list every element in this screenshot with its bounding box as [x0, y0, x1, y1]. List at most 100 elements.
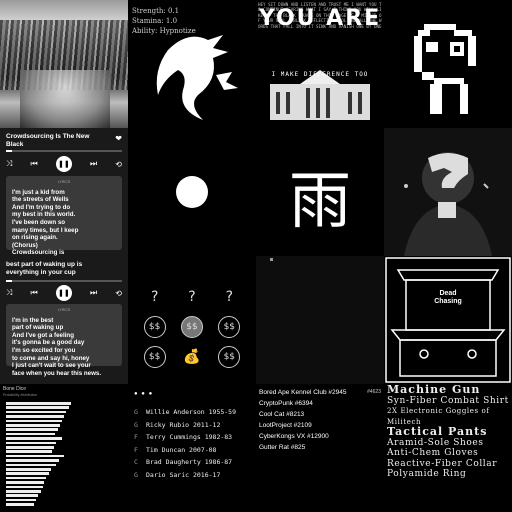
pixel-face-tile[interactable] [384, 0, 512, 128]
list-item[interactable]: LootProject #2109 [259, 420, 381, 431]
list-item[interactable]: CyberKongs VX #12900 [259, 431, 381, 442]
arcade-cabinet-icon [385, 257, 511, 383]
bar [6, 476, 47, 480]
dollar-coin-icon[interactable]: $$ [218, 316, 241, 338]
gear-item[interactable]: Aramid-Sole Shoes [387, 438, 509, 449]
player-controls: ⤨ ⏮ ❚❚ ⏭ ⟲ [6, 156, 122, 172]
lyric-line: And I'm trying to do [12, 203, 71, 211]
bar-chart-tile[interactable]: Bone Dice Probability distribution [0, 384, 128, 512]
pagination-dots[interactable]: ● ● ● [134, 391, 153, 397]
progress-bar[interactable] [6, 150, 122, 152]
bar [6, 498, 37, 502]
bar [6, 472, 49, 475]
dollar-coin-icon[interactable]: $$ [180, 316, 203, 338]
icon-grid-tile[interactable]: ? ? ? $$ $$ $$ $$ 💰 $$ [128, 256, 256, 384]
lyric-line: the streets of Wells [12, 196, 69, 204]
chinese-character-tile[interactable]: 雨 [256, 128, 384, 256]
bar [6, 406, 69, 409]
creature-card[interactable]: Strength: 0.1 Stamina: 1.0 Ability: Hypn… [128, 0, 256, 128]
lyric-line: I've been down so [12, 218, 66, 226]
previous-icon[interactable]: ⏮ [31, 159, 38, 169]
money-bag-icon[interactable]: 💰 [181, 346, 203, 368]
lyric-line: face when you hear this news. [12, 369, 102, 377]
dollar-coin-icon[interactable]: $$ [218, 346, 241, 368]
gear-item[interactable]: Anti-Chem Gloves [387, 448, 509, 459]
song-title: best part of waking up is everything in … [6, 261, 83, 276]
game-title-line-2: Chasing [434, 298, 462, 305]
loot-gear-tile[interactable]: Machine Gun Syn-Fiber Combat Shirt 2X Elec… [384, 384, 512, 512]
players-list-tile[interactable]: ● ● ● G Willie Anderson 1955-59 G Ricky Rub… [128, 384, 256, 512]
bar [6, 485, 43, 489]
player-name: Tim Duncan 2007-08 [146, 445, 217, 454]
dollar-coin-icon[interactable]: $$ [143, 346, 166, 368]
bar [6, 450, 52, 453]
previous-icon[interactable]: ⏮ [31, 288, 38, 298]
lyrics-panel: LYRICS I'm just a kid from the streets of… [6, 176, 122, 256]
position-label: F [134, 445, 138, 454]
list-item[interactable]: Bored Ape Kennel Club #2945 [259, 387, 381, 398]
list-item[interactable]: Gutter Rat #825 [259, 442, 381, 453]
bar [6, 454, 65, 458]
question-mark-icon[interactable]: ? [144, 286, 166, 308]
lyric-line: I'm in the best [12, 316, 54, 324]
question-mark-icon[interactable]: ? [218, 286, 240, 308]
dark-empty-tile[interactable] [256, 256, 384, 384]
song-title: Crowdsourcing Is The New Black [6, 133, 90, 148]
item-number: #4623 [367, 389, 381, 395]
bar [6, 446, 55, 449]
dollar-coin-icon[interactable]: $$ [143, 316, 166, 338]
repeat-icon[interactable]: ⟲ [115, 289, 122, 298]
player-name: Dario Saric 2016-17 [146, 470, 221, 479]
next-icon[interactable]: ⏭ [90, 288, 97, 298]
music-player-2[interactable]: best part of waking up is everything in … [0, 256, 128, 384]
player-name: Brad Daugherty 1986-87 [146, 458, 233, 466]
shuffle-icon[interactable]: ⤨ [6, 159, 12, 169]
position-label: G [134, 470, 138, 479]
list-item[interactable]: F Tim Duncan 2007-08 [134, 444, 250, 457]
gear-item[interactable]: 2X Electronic Goggles of Militech [387, 406, 509, 427]
position-label: G [134, 408, 138, 416]
list-item[interactable]: F Terry Cummings 1982-83 [134, 431, 250, 444]
bar [6, 410, 67, 414]
player-name: Terry Cummings 1982-83 [146, 433, 233, 441]
arcade-tile[interactable]: Dead Chasing [384, 256, 512, 384]
gear-item[interactable]: Reactive-Fiber Collar [387, 459, 509, 470]
dot-tile[interactable] [128, 128, 256, 256]
game-title: Dead Chasing [406, 290, 490, 306]
player-name: Ricky Rubio 2011-12 [146, 420, 221, 429]
next-icon[interactable]: ⏭ [90, 159, 97, 169]
list-item[interactable]: C Brad Daugherty 1986-87 [134, 456, 250, 469]
icon-grid: ? ? ? $$ $$ $$ $$ 💰 $$ [136, 286, 248, 368]
landscape-photo [0, 0, 128, 128]
lyric-line: (Chorus) [12, 241, 38, 249]
gear-item[interactable]: Machine Gun [387, 384, 509, 396]
question-mark-icon[interactable]: ? [181, 286, 203, 308]
shuffle-icon[interactable]: ⤨ [6, 288, 12, 298]
lyric-line: my best in this world. [12, 211, 76, 219]
repeat-icon[interactable]: ⟲ [115, 160, 122, 169]
nft-list-tile[interactable]: #4623 Bored Ape Kennel Club #2945 CryptoP… [256, 384, 384, 512]
bar [6, 419, 62, 423]
gear-item[interactable]: Syn-Fiber Combat Shirt [387, 396, 509, 407]
list-item[interactable]: CryptoPunk #6394 [259, 398, 381, 409]
music-player-1[interactable]: Crowdsourcing Is The New Black ❤ ⤨ ⏮ ❚❚ … [0, 128, 128, 256]
pause-button[interactable]: ❚❚ [55, 156, 72, 172]
list-item[interactable]: G Ricky Rubio 2011-12 [134, 419, 250, 432]
lyric-line: I'm just a kid from [12, 188, 65, 196]
list-item[interactable]: Cool Cat #8213 [259, 409, 381, 420]
bar [6, 503, 34, 506]
mystery-hero-tile[interactable] [384, 128, 512, 256]
heart-icon[interactable]: ❤ [115, 134, 122, 143]
progress-bar[interactable] [6, 280, 122, 282]
player-name: Willie Anderson 1955-59 [146, 408, 237, 416]
gear-item[interactable]: Tactical Pants [387, 426, 509, 438]
dragon-icon [156, 35, 238, 120]
list-item[interactable]: G Willie Anderson 1955-59 [134, 406, 250, 419]
nft-list: #4623 Bored Ape Kennel Club #2945 CryptoP… [256, 384, 384, 453]
gear-item[interactable]: Polyamide Ring [387, 469, 509, 480]
list-item[interactable]: G Dario Saric 2016-17 [134, 469, 250, 482]
bar [6, 468, 51, 471]
pause-button[interactable]: ❚❚ [55, 285, 72, 301]
lyrics-text: I'm in the best part of waking up And I've… [12, 317, 116, 378]
poem-tile[interactable]: HEY SIT DOWN AND LISTEN AND TRUST ME I W… [256, 0, 384, 128]
